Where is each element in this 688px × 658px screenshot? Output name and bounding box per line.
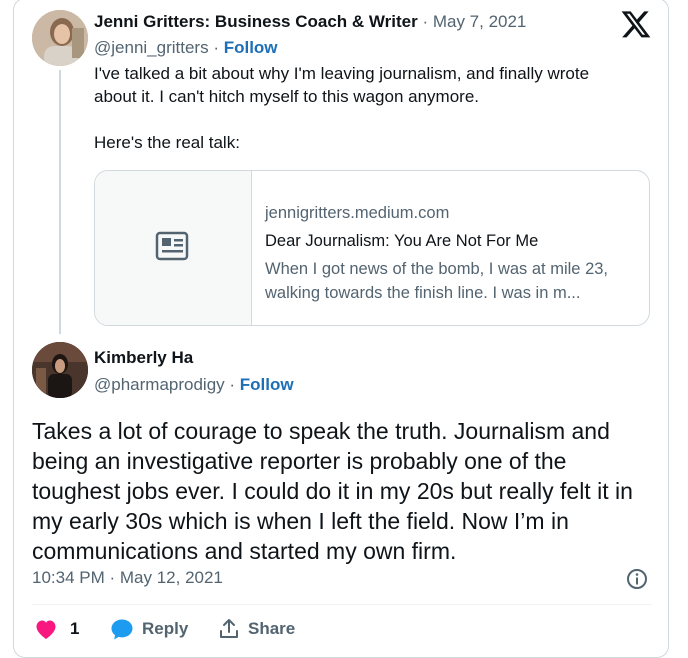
tweet-date[interactable]: · May 7, 2021 xyxy=(418,12,526,31)
reply-text: Takes a lot of courage to speak the trut… xyxy=(32,418,633,564)
link-domain: jennigritters.medium.com xyxy=(265,204,450,222)
like-button[interactable]: 1 xyxy=(34,618,79,640)
link-description: When I got news of the bomb, I was at mi… xyxy=(265,260,609,302)
separator: · xyxy=(224,375,240,394)
reply-author-name[interactable]: Kimberly Ha xyxy=(94,348,193,368)
tweet-text-paragraph-2: Here's the real talk: xyxy=(94,133,240,152)
link-title: Dear Journalism: You Are Not For Me xyxy=(265,232,539,250)
reply-author-handle[interactable]: @pharmaprodigy xyxy=(94,375,225,394)
share-button[interactable]: Share xyxy=(218,618,295,640)
info-icon[interactable] xyxy=(626,568,648,590)
share-icon xyxy=(220,619,238,638)
avatar-jenni-gritters[interactable] xyxy=(32,10,88,66)
thread-connector-line xyxy=(59,70,61,334)
like-count: 1 xyxy=(70,619,80,638)
link-preview-body: jennigritters.medium.com Dear Journalism… xyxy=(265,201,635,305)
tweet-text: I've talked a bit about why I'm leaving … xyxy=(94,62,634,154)
reply-timestamp[interactable]: 10:34 PM · May 12, 2021 xyxy=(32,568,223,588)
tweet-text-paragraph-1: I've talked a bit about why I'm leaving … xyxy=(94,64,590,106)
separator: · xyxy=(208,38,224,57)
author-handle-row: @jenni_gritters · Follow xyxy=(94,38,278,58)
newspaper-icon xyxy=(155,231,189,261)
reply-bubble-icon xyxy=(111,619,133,640)
heart-icon xyxy=(36,620,56,639)
reply-follow-button[interactable]: Follow xyxy=(240,375,294,394)
author-name-row: Jenni Gritters: Business Coach & Writer … xyxy=(94,12,526,32)
link-preview-card[interactable]: jennigritters.medium.com Dear Journalism… xyxy=(94,170,650,326)
follow-button[interactable]: Follow xyxy=(224,38,278,57)
x-logo-icon[interactable] xyxy=(620,8,652,40)
author-name[interactable]: Jenni Gritters: Business Coach & Writer xyxy=(94,12,418,31)
action-divider xyxy=(32,604,652,605)
link-thumbnail xyxy=(95,171,252,325)
author-handle[interactable]: @jenni_gritters xyxy=(94,38,209,57)
reply-button[interactable]: Reply xyxy=(110,618,188,640)
reply-author-handle-row: @pharmaprodigy · Follow xyxy=(94,375,294,395)
reply-label: Reply xyxy=(142,619,189,638)
avatar-kimberly-ha[interactable] xyxy=(32,342,88,398)
share-label: Share xyxy=(248,619,296,638)
